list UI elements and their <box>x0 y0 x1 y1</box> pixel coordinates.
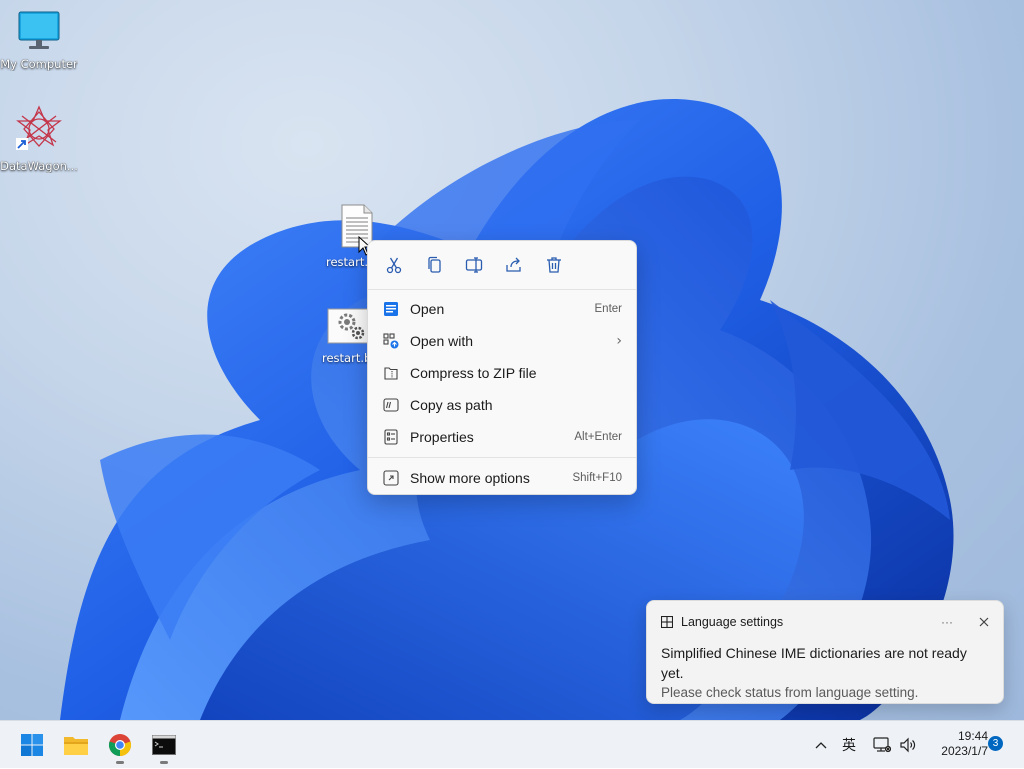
notification-toast[interactable]: Language settings ··· Simplified Chinese… <box>646 600 1004 704</box>
taskbar-file-explorer[interactable] <box>60 729 92 761</box>
menu-item-shortcut: Shift+F10 <box>572 472 622 484</box>
file-label: restart.b <box>322 351 372 365</box>
menu-item-shortcut: Enter <box>594 303 623 315</box>
close-button[interactable] <box>979 617 989 627</box>
running-indicator <box>160 761 168 764</box>
menu-item-copy-as-path[interactable]: Copy as path <box>368 389 636 421</box>
chevron-up-icon <box>815 742 827 749</box>
network-button[interactable] <box>873 721 891 769</box>
rename-button[interactable] <box>458 249 490 281</box>
toast-message: Simplified Chinese IME dictionaries are … <box>661 645 967 681</box>
toast-title: Language settings <box>681 615 784 629</box>
open-icon <box>384 302 398 316</box>
menu-item-label: Properties <box>410 429 474 445</box>
menu-item-label: Copy as path <box>410 397 493 413</box>
volume-icon <box>900 737 916 753</box>
desktop-file-restart-bat[interactable]: restart.b <box>322 308 372 365</box>
delete-icon <box>547 257 561 273</box>
desktop-icon-datawagon[interactable]: DataWagon... <box>0 104 78 173</box>
menu-item-open-with[interactable]: Open with › <box>368 325 636 357</box>
taskbar: 英 19:44 2023/1/7 <box>0 720 1024 768</box>
close-icon <box>979 617 989 627</box>
clock[interactable]: 19:44 2023/1/7 <box>924 729 988 759</box>
context-menu-toolbar <box>368 241 636 290</box>
menu-item-label: Show more options <box>410 470 530 486</box>
file-explorer-icon <box>64 737 88 755</box>
clock-date: 2023/1/7 <box>941 744 988 758</box>
zip-icon <box>384 367 398 380</box>
menu-item-shortcut: Alt+Enter <box>574 431 622 443</box>
start-button[interactable] <box>16 729 48 761</box>
cut-button[interactable] <box>378 249 410 281</box>
chrome-icon <box>108 734 132 757</box>
share-button[interactable] <box>498 249 530 281</box>
datawagon-icon <box>16 105 62 150</box>
terminal-icon <box>152 735 176 755</box>
taskbar-terminal[interactable] <box>148 729 180 764</box>
share-icon <box>506 257 521 272</box>
open-with-icon <box>383 333 399 349</box>
running-indicator <box>116 761 124 764</box>
context-menu: Open Enter Open with › Compress to ZIP f… <box>367 240 637 495</box>
menu-separator <box>368 457 636 458</box>
desktop-icon-my-computer[interactable]: My Computer <box>0 10 78 71</box>
delete-button[interactable] <box>538 249 570 281</box>
ime-indicator[interactable]: 英 <box>842 721 856 769</box>
menu-item-label: Open with <box>410 333 474 349</box>
menu-item-open[interactable]: Open Enter <box>368 293 636 325</box>
menu-item-properties[interactable]: Properties Alt+Enter <box>368 421 636 453</box>
language-settings-icon <box>661 616 673 628</box>
menu-item-label: Open <box>410 301 445 317</box>
menu-item-show-more-options[interactable]: Show more options Shift+F10 <box>368 462 636 494</box>
menu-item-label: Compress to ZIP file <box>410 365 537 381</box>
chevron-right-icon: › <box>616 333 622 349</box>
properties-icon <box>384 429 398 445</box>
menu-item-compress-zip[interactable]: Compress to ZIP file <box>368 357 636 389</box>
monitor-icon <box>18 11 60 49</box>
network-icon <box>873 737 891 753</box>
copy-icon <box>428 256 441 273</box>
more-options-button[interactable]: ··· <box>941 615 953 629</box>
toast-body: Simplified Chinese IME dictionaries are … <box>647 643 1003 703</box>
start-icon <box>21 734 43 756</box>
taskbar-chrome[interactable] <box>104 729 136 764</box>
more-options-icon <box>383 470 399 486</box>
toast-header: Language settings ··· <box>647 601 1003 643</box>
desktop-icon-label: DataWagon... <box>0 159 78 173</box>
copy-path-icon <box>383 398 399 412</box>
copy-button[interactable] <box>418 249 450 281</box>
desktop-icon-label: My Computer <box>0 57 78 71</box>
cut-icon <box>386 257 402 274</box>
notification-badge[interactable]: 3 <box>988 736 1003 751</box>
rename-icon <box>465 257 483 273</box>
toast-submessage: Please check status from language settin… <box>661 685 919 700</box>
show-hidden-icons-button[interactable] <box>814 721 828 769</box>
volume-button[interactable] <box>899 721 917 769</box>
clock-time: 19:44 <box>957 729 988 743</box>
batch-file-icon <box>327 308 371 344</box>
